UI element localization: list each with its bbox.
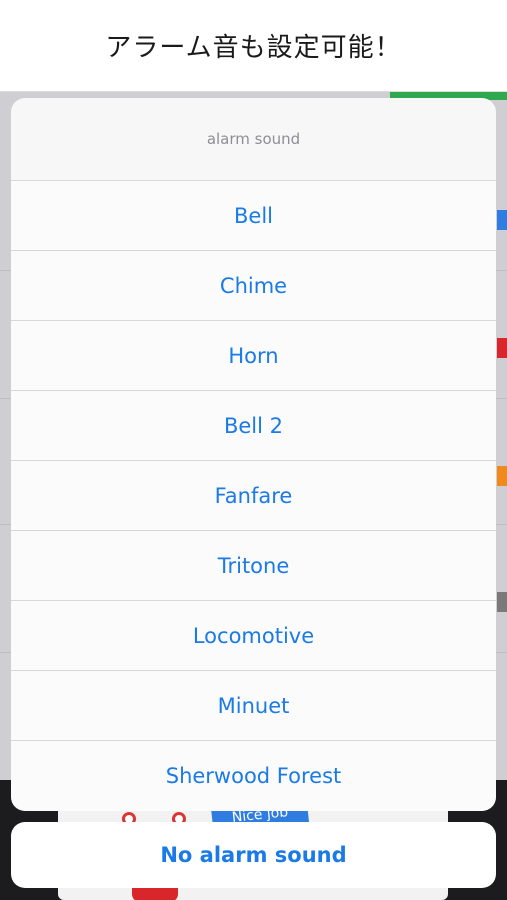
option-label: Tritone: [217, 553, 290, 578]
option-label: Bell 2: [223, 413, 284, 438]
option-label: Sherwood Forest: [165, 764, 342, 788]
option-label: Locomotive: [192, 623, 315, 648]
alarm-sound-action-sheet: alarm sound Bell Chime Horn Bell 2 Fanfa…: [11, 98, 496, 811]
background-blue-marker: [497, 210, 507, 230]
option-sherwood-forest[interactable]: Sherwood Forest: [11, 741, 496, 811]
option-locomotive[interactable]: Locomotive: [11, 601, 496, 671]
option-chime[interactable]: Chime: [11, 251, 496, 321]
option-label: Chime: [219, 273, 288, 298]
screen: アラーム音も設定可能！ Nice job alarm sound Bell Ch…: [0, 0, 507, 900]
option-label: Fanfare: [214, 483, 293, 508]
background-red-marker: [497, 338, 507, 358]
action-sheet-title-text: alarm sound: [206, 130, 301, 148]
background-orange-marker: [497, 466, 507, 486]
option-minuet[interactable]: Minuet: [11, 671, 496, 741]
option-label: Bell: [234, 203, 273, 228]
option-horn[interactable]: Horn: [11, 321, 496, 391]
option-bell[interactable]: Bell: [11, 181, 496, 251]
option-fanfare[interactable]: Fanfare: [11, 461, 496, 531]
option-tritone[interactable]: Tritone: [11, 531, 496, 601]
action-sheet-title: alarm sound: [11, 98, 496, 181]
option-label: Horn: [228, 343, 279, 368]
promo-caption: アラーム音も設定可能！: [0, 0, 507, 92]
option-label: Minuet: [217, 693, 290, 718]
no-alarm-sound-label: No alarm sound: [160, 843, 347, 867]
background-gray-marker: [497, 592, 507, 612]
no-alarm-sound-button[interactable]: No alarm sound: [11, 822, 496, 888]
caption-text: アラーム音も設定可能！: [105, 33, 402, 63]
option-bell-2[interactable]: Bell 2: [11, 391, 496, 461]
